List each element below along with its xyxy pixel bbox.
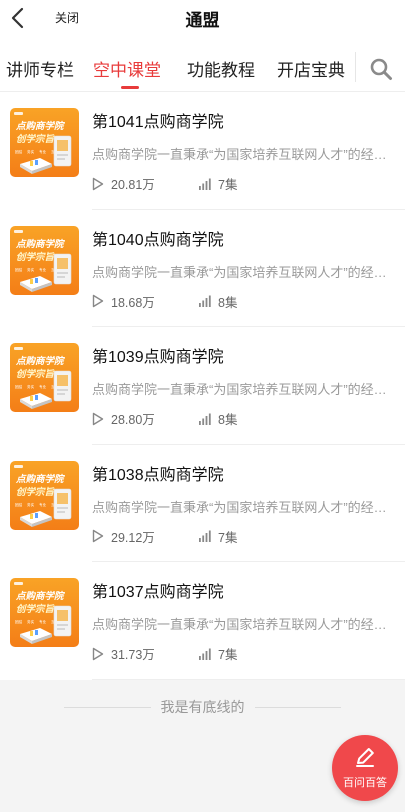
pencil-icon [356, 748, 374, 767]
thumbnail-line1: 点购商学院 [15, 473, 65, 485]
course-title: 第1040点购商学院 [92, 231, 224, 249]
course-description: 点购商学院一直秉承“为国家培养互联网人才”的经营理念 [92, 264, 392, 280]
thumbnail-tag: 团结 [15, 384, 23, 389]
thumbnail-line1: 点购商学院 [15, 238, 65, 250]
course-item[interactable]: 点购商学院 创学宗旨 团结 务实 专业 互助 第1039点购商学院 点购商学院一… [0, 327, 405, 445]
course-description: 点购商学院一直秉承“为国家培养互联网人才”的经营理念 [92, 499, 392, 515]
thumbnail-line2: 创学宗旨 [16, 603, 56, 615]
tab-store-guide[interactable]: 开店宝典 [277, 56, 345, 81]
thumbnail-line2: 创学宗旨 [16, 368, 56, 380]
thumbnail-line2: 创学宗旨 [16, 251, 56, 263]
search-button[interactable] [366, 56, 396, 82]
bars-icon [198, 413, 211, 425]
thumbnail-tag: 团结 [15, 267, 23, 272]
tab-air-classroom[interactable]: 空中课堂 [93, 56, 161, 81]
thumbnail-tag: 专业 [39, 619, 47, 624]
episode-count: 8集 [198, 292, 237, 311]
course-title: 第1038点购商学院 [92, 466, 224, 484]
play-icon [92, 294, 104, 308]
bars-icon [198, 530, 211, 542]
bars-icon [198, 178, 211, 190]
thumbnail-line1: 点购商学院 [15, 355, 65, 367]
course-description: 点购商学院一直秉承“为国家培养互联网人才”的经营理念 [92, 382, 392, 397]
thumbnail-tag: 务实 [27, 267, 35, 272]
search-icon [370, 58, 392, 80]
course-thumbnail: 点购商学院 创学宗旨 团结 务实 专业 互助 [10, 460, 79, 530]
bars-icon [198, 295, 211, 307]
play-icon [92, 412, 104, 426]
category-tabs: 讲师专栏 空中课堂 功能教程 开店宝典 [0, 44, 405, 92]
play-count-value: 28.80万 [111, 413, 155, 427]
thumbnail-tag: 团结 [15, 502, 23, 507]
thumbnail-line1: 点购商学院 [15, 120, 65, 132]
thumbnail-tag: 务实 [27, 384, 35, 389]
ask-answer-label: 百问百答 [343, 777, 387, 789]
course-title: 第1039点购商学院 [92, 349, 224, 366]
thumbnail-line2: 创学宗旨 [16, 133, 56, 145]
play-count: 28.80万 [92, 409, 155, 428]
episode-count-value: 8集 [218, 413, 238, 427]
thumbnail-line2: 创学宗旨 [16, 486, 56, 498]
play-count: 18.68万 [92, 292, 155, 311]
episode-count: 7集 [198, 644, 237, 663]
thumbnail-tag: 务实 [27, 502, 35, 507]
thumbnail-tag: 务实 [27, 619, 35, 624]
episode-count-value: 7集 [218, 178, 238, 192]
play-count-value: 29.12万 [111, 530, 155, 545]
course-description: 点购商学院一直秉承“为国家培养互联网人才”的经营理念 [92, 147, 392, 162]
course-thumbnail: 点购商学院 创学宗旨 团结 务实 专业 互助 [10, 343, 79, 412]
play-icon [92, 647, 104, 661]
thumbnail-tag: 专业 [39, 502, 47, 507]
play-icon [92, 177, 104, 191]
thumbnail-tag: 专业 [39, 384, 47, 389]
course-thumbnail: 点购商学院 创学宗旨 团结 务实 专业 互助 [10, 108, 79, 177]
active-tab-indicator [121, 86, 139, 89]
play-count: 29.12万 [92, 527, 155, 546]
tab-feature-tutorials[interactable]: 功能教程 [187, 56, 255, 81]
episode-count-value: 7集 [218, 530, 238, 545]
thumbnail-tag: 务实 [27, 149, 35, 154]
course-item[interactable]: 点购商学院 创学宗旨 团结 务实 专业 互助 第1040点购商学院 点购商学院一… [0, 210, 405, 327]
course-thumbnail: 点购商学院 创学宗旨 团结 务实 专业 互助 [10, 578, 79, 647]
episode-count: 8集 [198, 409, 237, 428]
play-count-value: 18.68万 [111, 295, 155, 310]
episode-count: 7集 [198, 527, 237, 546]
end-of-list-text: 我是有底线的 [0, 697, 405, 717]
course-item[interactable]: 点购商学院 创学宗旨 团结 务实 专业 互助 第1041点购商学院 点购商学院一… [0, 92, 405, 210]
top-bar: 关闭 通盟 [0, 0, 405, 36]
ask-answer-button[interactable]: 百问百答 [332, 735, 398, 801]
play-count-value: 31.73万 [111, 648, 155, 662]
chevron-left-icon [11, 7, 24, 29]
close-button[interactable]: 关闭 [55, 9, 79, 26]
play-count: 20.81万 [92, 174, 155, 193]
play-count: 31.73万 [92, 644, 155, 663]
episode-count: 7集 [198, 174, 237, 193]
bars-icon [198, 648, 211, 660]
thumbnail-tag: 团结 [15, 149, 23, 154]
course-title: 第1041点购商学院 [92, 114, 224, 131]
play-count-value: 20.81万 [111, 178, 155, 192]
episode-count-value: 7集 [218, 648, 238, 662]
back-button[interactable] [4, 4, 30, 32]
course-description: 点购商学院一直秉承“为国家培养互联网人才”的经营理念 [92, 617, 392, 632]
course-item[interactable]: 点购商学院 创学宗旨 团结 务实 专业 互助 第1037点购商学院 点购商学院一… [0, 562, 405, 680]
thumbnail-tag: 专业 [39, 267, 47, 272]
tab-lecturer-column[interactable]: 讲师专栏 [6, 56, 74, 81]
course-list: 点购商学院 创学宗旨 团结 务实 专业 互助 第1041点购商学院 点购商学院一… [0, 92, 405, 680]
tab-divider [355, 52, 356, 82]
course-item[interactable]: 点购商学院 创学宗旨 团结 务实 专业 互助 第1038点购商学院 点购商学院一… [0, 445, 405, 562]
thumbnail-tag: 团结 [15, 619, 23, 624]
thumbnail-tag: 专业 [39, 149, 47, 154]
course-thumbnail: 点购商学院 创学宗旨 团结 务实 专业 互助 [10, 225, 79, 295]
end-of-list-label: 我是有底线的 [150, 699, 255, 715]
episode-count-value: 8集 [218, 295, 238, 310]
course-title: 第1037点购商学院 [92, 584, 224, 601]
play-icon [92, 529, 104, 543]
thumbnail-line1: 点购商学院 [15, 590, 65, 602]
